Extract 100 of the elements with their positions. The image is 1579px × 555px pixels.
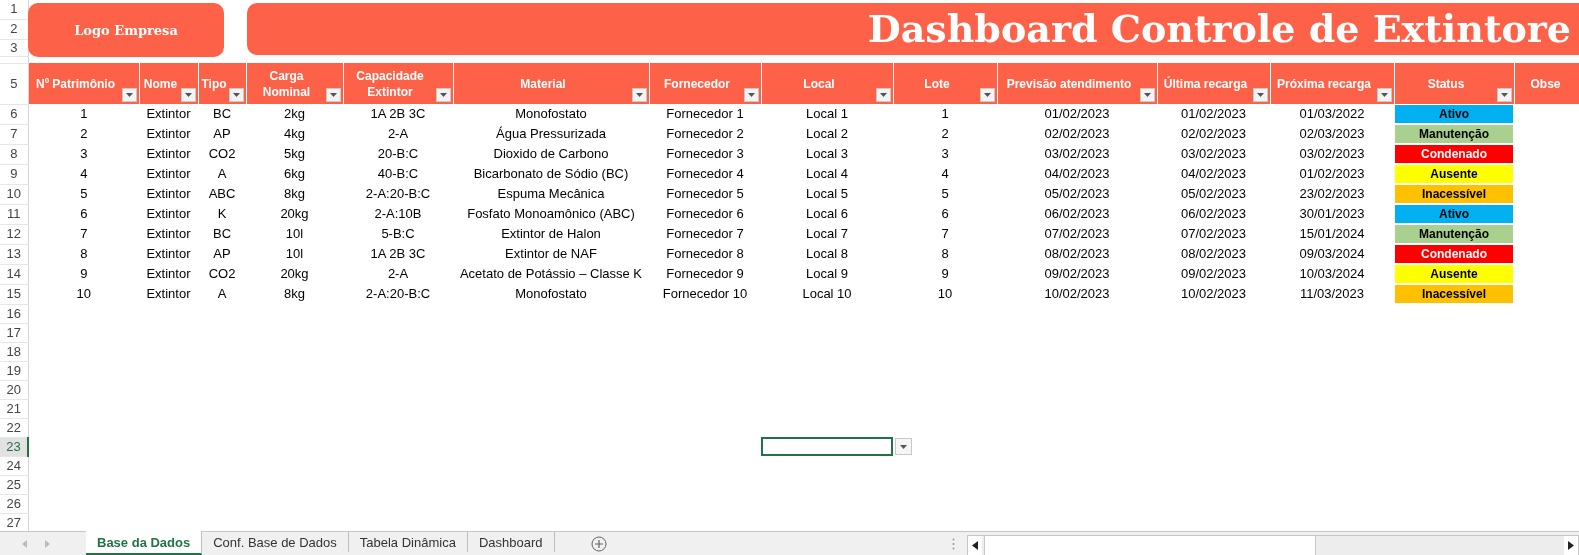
- filter-button[interactable]: [180, 88, 196, 102]
- row-number[interactable]: 7: [0, 124, 28, 144]
- caret-icon: [232, 93, 240, 97]
- table-cell-text: 2-A:20-B:C: [364, 185, 432, 203]
- table-cell-text: 10/03/2024: [1298, 265, 1366, 283]
- table-cell-text: Fornecedor 7: [665, 225, 745, 243]
- row-number[interactable]: 1: [0, 0, 28, 19]
- column-title: Próxima recarga: [1276, 76, 1372, 91]
- filter-button[interactable]: [121, 88, 137, 102]
- horizontal-scrollbar[interactable]: [967, 535, 1579, 555]
- table-cell: Local 1: [761, 104, 893, 124]
- filter-button[interactable]: [435, 88, 451, 102]
- row-number[interactable]: 6: [0, 104, 28, 124]
- column-title: Status: [1427, 76, 1465, 91]
- caret-icon: [747, 93, 755, 97]
- table-cell-text: Local 2: [805, 125, 849, 143]
- table-cell: 7: [28, 224, 139, 244]
- table-cell: 6: [28, 204, 139, 224]
- table-cell-text: Fornecedor 9: [665, 265, 745, 283]
- dropdown-button[interactable]: [895, 438, 912, 455]
- table-cell-text: 06/02/2023: [1043, 205, 1111, 223]
- table-cell-text: A: [216, 285, 228, 303]
- table-cell-text: 09/02/2023: [1179, 265, 1248, 283]
- table-cell-text: Extintor de NAF: [504, 245, 598, 263]
- table-cell-text: 2-A:20-B:C: [364, 285, 432, 303]
- table-cell-text: Extintor: [145, 205, 192, 223]
- filter-button[interactable]: [1139, 88, 1155, 102]
- sheet-tab[interactable]: Conf. Base de Dados: [202, 532, 349, 552]
- table-cell-text: 01/02/2023: [1298, 165, 1366, 183]
- status-label: Ativo: [1394, 105, 1514, 123]
- row-number[interactable]: 15: [0, 284, 28, 304]
- caret-icon: [1500, 93, 1508, 97]
- column-title: Fornecedor: [664, 76, 730, 91]
- table-cell-text: 5: [940, 185, 950, 203]
- sheet-tab[interactable]: Tabela Dinâmica: [348, 532, 468, 552]
- table-cell-text: 04/02/2023: [1043, 165, 1111, 183]
- filter-button[interactable]: [979, 88, 995, 102]
- row-number[interactable]: 8: [0, 144, 28, 164]
- filter-button[interactable]: [631, 88, 647, 102]
- row-number[interactable]: 12: [0, 224, 28, 244]
- table-cell-text: 05/02/2023: [1179, 185, 1248, 203]
- scrollbar-thumb[interactable]: [984, 536, 1316, 555]
- table-cell-text: 7: [940, 225, 950, 243]
- table-cell-text: 4kg: [283, 125, 306, 143]
- table-cell-text: 15/01/2024: [1298, 225, 1366, 243]
- table-cell-text: Água Pressurizada: [495, 125, 607, 143]
- filter-button[interactable]: [325, 88, 341, 102]
- filter-button[interactable]: [1376, 88, 1392, 102]
- status-label: Manutenção: [1394, 125, 1514, 143]
- table-cell: 01/02/2023: [1157, 104, 1270, 124]
- sheet-tab[interactable]: Dashboard: [467, 532, 555, 552]
- caret-icon: [184, 93, 192, 97]
- filter-button[interactable]: [743, 88, 759, 102]
- table-cell-text: Local 9: [805, 265, 849, 283]
- table-cell-text: Local 3: [805, 145, 849, 163]
- sheet-tab[interactable]: Base da Dados: [86, 531, 203, 555]
- table-cell-text: ABC: [207, 185, 237, 203]
- caret-icon: [635, 93, 643, 97]
- table-cell-text: 02/02/2023: [1043, 125, 1111, 143]
- table-cell-text: 2-A: [386, 125, 410, 143]
- table-cell-text: 20kg: [279, 205, 310, 223]
- table-cell-text: 10l: [284, 225, 305, 243]
- filter-button[interactable]: [875, 88, 891, 102]
- table-cell-text: 6: [940, 205, 950, 223]
- table-cell-text: 5-B:C: [380, 225, 416, 243]
- table-cell: 2: [28, 124, 139, 144]
- table-cell: 1: [893, 104, 997, 124]
- row-number[interactable]: 11: [0, 204, 28, 224]
- column-title: Material: [520, 76, 566, 91]
- table-cell-text: Extintor: [145, 165, 192, 183]
- caret-icon: [900, 444, 907, 449]
- table-cell-text: Acetato de Potássio – Classe K: [458, 265, 644, 283]
- row-number[interactable]: 13: [0, 244, 28, 264]
- column-title: Nome: [143, 76, 178, 91]
- table-cell-text: 23/02/2023: [1298, 185, 1366, 203]
- filter-button[interactable]: [1252, 88, 1268, 102]
- table-cell-text: 8: [940, 245, 950, 263]
- row-number[interactable]: 9: [0, 164, 28, 184]
- table-cell: 01/03/2022: [1270, 104, 1394, 124]
- table-cell-text: 9: [940, 265, 950, 283]
- caret-icon: [125, 93, 133, 97]
- filter-button[interactable]: [228, 88, 244, 102]
- table-cell-text: Fornecedor 2: [665, 125, 745, 143]
- table-cell: 10: [28, 284, 139, 304]
- status-label: Ativo: [1394, 205, 1514, 223]
- row-number[interactable]: 14: [0, 264, 28, 284]
- filter-button[interactable]: [1496, 88, 1512, 102]
- row-number[interactable]: 2: [0, 19, 28, 39]
- table-cell-text: Extintor: [145, 225, 192, 243]
- caret-icon: [1256, 93, 1264, 97]
- row-number[interactable]: 10: [0, 184, 28, 204]
- table-cell-text: Fosfato Monoamônico (ABC): [466, 205, 636, 223]
- table-cell-text: K: [216, 205, 228, 223]
- table-cell-text: 06/02/2023: [1179, 205, 1248, 223]
- caret-icon: [1143, 93, 1151, 97]
- table-cell-text: 3: [940, 145, 950, 163]
- status-label: Inacessível: [1394, 185, 1514, 203]
- row-number[interactable]: 5: [0, 63, 28, 104]
- table-cell-text: 6kg: [283, 165, 306, 183]
- table-cell-text: A: [216, 165, 228, 183]
